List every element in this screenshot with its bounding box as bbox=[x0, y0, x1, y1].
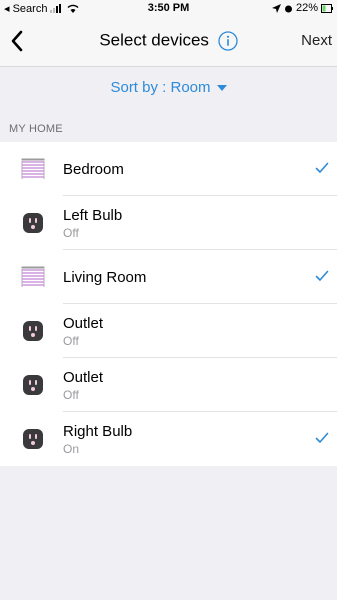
page-title: Select devices bbox=[99, 30, 209, 50]
info-icon[interactable] bbox=[218, 30, 238, 51]
outlet-icon bbox=[21, 428, 45, 450]
device-text: Outlet Off bbox=[63, 304, 103, 358]
battery-percent: 22% bbox=[295, 2, 318, 14]
device-status: Off bbox=[63, 387, 79, 402]
location-icon bbox=[271, 3, 281, 13]
status-bar: ◂ Search 3:50 PM 22% bbox=[0, 0, 337, 16]
device-row[interactable]: Outlet Off bbox=[0, 358, 337, 412]
caret-down-icon bbox=[216, 85, 227, 92]
device-name: Bedroom bbox=[63, 160, 124, 178]
device-row[interactable]: Living Room bbox=[0, 250, 337, 304]
outlet-icon bbox=[21, 320, 45, 342]
device-status: Off bbox=[63, 333, 79, 348]
device-row[interactable]: Bedroom bbox=[0, 142, 337, 196]
device-text: Bedroom bbox=[63, 142, 124, 196]
device-name: Right Bulb bbox=[63, 422, 133, 440]
device-text: Living Room bbox=[63, 250, 146, 304]
device-text: Left Bulb Off bbox=[63, 196, 122, 250]
device-name: Outlet bbox=[63, 314, 104, 332]
device-status: Off bbox=[63, 225, 79, 240]
device-name: Living Room bbox=[63, 268, 147, 286]
checkmark-icon bbox=[315, 162, 329, 173]
device-name: Outlet bbox=[63, 368, 104, 386]
blind-icon bbox=[21, 158, 45, 180]
device-row[interactable]: Outlet Off bbox=[0, 304, 337, 358]
device-text: Outlet Off bbox=[63, 358, 103, 412]
device-status: On bbox=[63, 441, 80, 456]
device-row[interactable]: Left Bulb Off bbox=[0, 196, 337, 250]
section-header: MY HOME bbox=[9, 123, 63, 135]
checkmark-icon bbox=[315, 270, 329, 281]
outlet-icon bbox=[21, 212, 45, 234]
next-button[interactable]: Next bbox=[301, 32, 332, 49]
blind-icon bbox=[21, 266, 45, 288]
sort-label: Sort by : Room bbox=[110, 79, 211, 96]
checkmark-icon bbox=[315, 432, 329, 443]
battery-icon bbox=[321, 3, 333, 13]
sort-selector[interactable]: Sort by : Room bbox=[0, 67, 337, 109]
status-right: 22% bbox=[271, 2, 333, 14]
navigation-bar: Select devices Next bbox=[0, 16, 337, 67]
outlet-icon bbox=[21, 374, 45, 396]
device-name: Left Bulb bbox=[63, 206, 123, 224]
device-text: Right Bulb On bbox=[63, 412, 132, 466]
alarm-icon bbox=[284, 5, 292, 12]
device-row[interactable]: Right Bulb On bbox=[0, 412, 337, 466]
nav-title-container: Select devices bbox=[0, 30, 337, 51]
device-list: Bedroom Left Bulb Off Living Room Outlet Off O… bbox=[0, 142, 337, 466]
